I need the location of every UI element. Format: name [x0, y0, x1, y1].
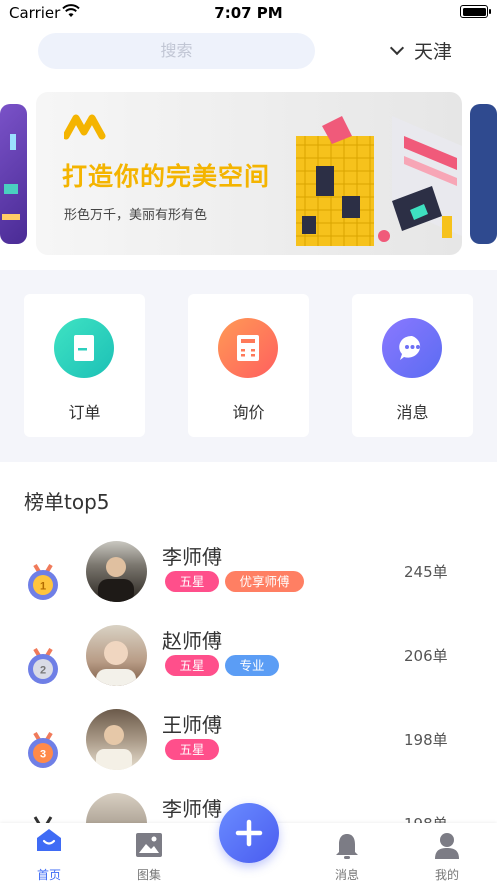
tab-label: 首页 [36, 868, 61, 882]
quick-action-quote[interactable]: 询价 [188, 294, 309, 437]
medal-rank: 2 [40, 665, 46, 677]
silver-medal-icon: 2 [28, 647, 58, 684]
tag-badge: 专业 [225, 655, 279, 676]
order-count: 198单 [404, 813, 448, 823]
quick-action-order[interactable]: 订单 [24, 294, 145, 437]
search-input[interactable]: 搜索 [38, 33, 315, 69]
quick-action-label: 订单 [68, 403, 101, 422]
gold-medal-icon: 1 [28, 563, 58, 600]
tag-badge: 五星 [165, 655, 219, 676]
bell-icon [336, 834, 358, 859]
medal-rank: 3 [40, 749, 46, 761]
ranking-row[interactable]: 1 李师傅 五星 优享师傅 245单 [0, 541, 497, 625]
avatar [86, 793, 147, 823]
avatar [86, 541, 147, 602]
city-selector[interactable]: 天津 [389, 37, 453, 64]
add-button[interactable] [219, 803, 279, 863]
battery-icon [460, 5, 491, 18]
chat-bubble-icon [382, 318, 442, 378]
banner-title: 打造你的完美空间 [62, 162, 271, 191]
worker-name: 李师傅 [162, 545, 222, 569]
banner-next-slide[interactable] [470, 104, 497, 244]
profile-icon [435, 833, 459, 859]
banner-prev-slide[interactable] [0, 104, 27, 244]
avatar [86, 709, 147, 770]
home-icon [37, 829, 61, 851]
city-label: 天津 [414, 41, 453, 63]
tab-messages[interactable]: 消息 [317, 823, 377, 883]
chevron-down-icon [389, 40, 405, 56]
ranking-row[interactable]: 2 赵师傅 五星 专业 206单 [0, 625, 497, 709]
order-count: 198单 [404, 731, 448, 749]
gallery-icon [136, 833, 162, 857]
tab-label: 图集 [136, 868, 161, 882]
brand-logo [64, 114, 106, 140]
tab-home[interactable]: 首页 [19, 823, 79, 883]
plus-icon [235, 819, 263, 847]
order-count: 206单 [404, 647, 448, 665]
worker-name: 李师傅 [162, 797, 222, 821]
worker-name: 赵师傅 [162, 629, 222, 653]
quick-action-label: 消息 [396, 403, 429, 422]
status-bar: Carrier 7:07 PM [0, 0, 497, 26]
tag-badge: 五星 [165, 739, 219, 760]
order-icon [54, 318, 114, 378]
medal-icon [33, 816, 53, 823]
quick-action-label: 询价 [232, 403, 265, 422]
bronze-medal-icon: 3 [28, 731, 58, 768]
avatar [86, 625, 147, 686]
ranking-row[interactable]: 3 王师傅 五星 198单 [0, 709, 497, 793]
quick-action-message[interactable]: 消息 [352, 294, 473, 437]
tab-profile[interactable]: 我的 [417, 823, 477, 883]
tag-badge: 优享师傅 [225, 571, 304, 592]
order-count: 245单 [404, 563, 448, 581]
tab-label: 消息 [334, 868, 359, 882]
calculator-icon [218, 318, 278, 378]
ranking-title: 榜单top5 [24, 490, 110, 514]
clock: 7:07 PM [214, 4, 283, 22]
banner-slide[interactable]: 打造你的完美空间 形色万千，美丽有形有色 [36, 92, 462, 255]
banner-illustration [296, 116, 462, 246]
medal-rank: 1 [40, 581, 46, 593]
tag-badge: 五星 [165, 571, 219, 592]
tab-label: 我的 [434, 868, 459, 882]
banner-prev-art [2, 134, 20, 220]
tab-gallery[interactable]: 图集 [119, 823, 179, 883]
banner-subtitle: 形色万千，美丽有形有色 [64, 208, 208, 223]
worker-name: 王师傅 [162, 713, 222, 737]
